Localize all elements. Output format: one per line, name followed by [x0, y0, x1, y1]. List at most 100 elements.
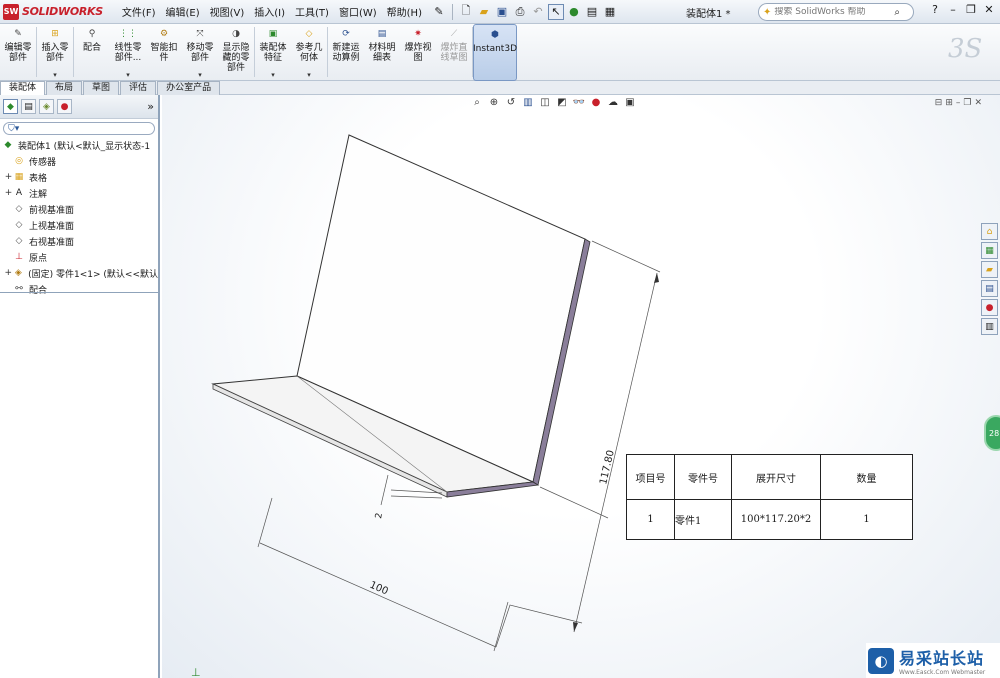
dim-width-label[interactable]: 100: [368, 580, 390, 598]
dropdown-arrow-icon[interactable]: ▾: [307, 70, 311, 80]
menu-window[interactable]: 窗口(W): [334, 4, 382, 19]
bom-icon: ▤: [377, 29, 387, 39]
tool-button-smart-fastener[interactable]: ⚙ 智能扣 件: [146, 24, 182, 81]
tab-office-products[interactable]: 办公室产品: [157, 81, 221, 95]
custom-properties-icon[interactable]: ▥: [981, 318, 998, 335]
file-explorer-icon[interactable]: ▰: [981, 261, 998, 278]
menu-help[interactable]: 帮助(H): [382, 4, 427, 19]
feature-manager-tabs: ◆ ▤ ◈ ● »: [0, 95, 158, 119]
tree-node[interactable]: ◇ 右视基准面: [0, 233, 158, 249]
tool-button-mate[interactable]: ⚲ 配合: [74, 24, 110, 81]
tree-node[interactable]: ⚯ 配合: [0, 281, 158, 297]
move-component-icon: ⤧: [196, 29, 204, 39]
tool-button-assembly-feature[interactable]: ▣ 装配体 特征 ▾: [255, 24, 291, 81]
dropdown-arrow-icon[interactable]: ▾: [126, 70, 130, 80]
dim-leader: [495, 604, 583, 648]
tree-node[interactable]: + ◈ (固定) 零件1<1> (默认<<默认: [0, 265, 158, 281]
close-icon[interactable]: ✕: [982, 3, 996, 16]
tool-button-reference-geometry[interactable]: ◇ 参考几 何体 ▾: [291, 24, 327, 81]
menu-insert[interactable]: 插入(I): [249, 4, 290, 19]
tool-button-explode-line[interactable]: ⟋ 爆炸直 线草图: [436, 24, 472, 81]
undo-icon[interactable]: ↶: [530, 4, 546, 20]
search-icon[interactable]: ⌕: [894, 7, 900, 18]
dropdown-arrow-icon[interactable]: ▾: [271, 70, 275, 80]
rebuild-icon[interactable]: ●: [566, 4, 582, 20]
tool-button-move-component[interactable]: ⤧ 移动零 部件 ▾: [182, 24, 218, 81]
tool-button-insert-component[interactable]: ⊞ 插入零 部件 ▾: [37, 24, 73, 81]
new-document-icon[interactable]: 🗋: [458, 4, 474, 20]
help-search[interactable]: ✦ ⌕: [758, 3, 914, 21]
print-icon[interactable]: ⎙: [512, 4, 528, 20]
select-cursor-icon[interactable]: ↖: [547, 3, 564, 20]
tab-evaluate[interactable]: 评估: [120, 81, 157, 95]
dropdown-arrow-icon[interactable]: ▾: [198, 70, 202, 80]
appearances-icon[interactable]: ●: [981, 299, 998, 316]
dropdown-arrow-icon[interactable]: ▾: [53, 70, 57, 80]
tool-button-linear-pattern[interactable]: ⋮⋮ 线性零 部件... ▾: [110, 24, 146, 81]
search-input[interactable]: [774, 7, 895, 17]
expand-icon[interactable]: +: [4, 268, 13, 278]
options-icon[interactable]: ▦: [602, 4, 618, 20]
ds-logo-icon: 3S: [948, 34, 983, 64]
bom-row: 1 零件1 100*117.20*2 1: [626, 499, 913, 540]
feature-tree-tab-icon[interactable]: ◆: [3, 99, 18, 114]
feature-tree: ◆ 装配体1 (默认<默认_显示状态-1 ◎ 传感器 + ▦ 表格 + A 注解 ◇ 前视基准面 ◇ 上视…: [0, 137, 158, 297]
tab-assembly[interactable]: 装配体: [0, 81, 46, 95]
pin-icon[interactable]: ✎: [431, 4, 447, 20]
tool-button-edit-component[interactable]: ✎ 编辑零 部件: [0, 24, 36, 81]
dim-thickness-label[interactable]: 2: [374, 512, 385, 519]
plane-icon: ◇: [15, 220, 23, 230]
tool-label: 插入零 部件: [41, 43, 69, 63]
graphics-area[interactable]: ⌕ ⊕ ↺ ▥ ◫ ◩ 👓 ● ☁ ▣ ⊟ ⊞ – ❐ ✕ 117.80 100…: [162, 95, 1000, 678]
help-icon[interactable]: ?: [928, 3, 942, 16]
open-folder-icon[interactable]: ▰: [476, 4, 492, 20]
tool-label: 线性零 部件...: [114, 43, 142, 63]
tree-node-label: 装配体1 (默认<默认_显示状态-1: [18, 141, 151, 152]
tree-node[interactable]: ◆ 装配体1 (默认<默认_显示状态-1: [0, 137, 158, 153]
dim-height-label[interactable]: 117.80: [598, 449, 617, 486]
tree-node[interactable]: ◇ 前视基准面: [0, 201, 158, 217]
view-palette-icon[interactable]: ▤: [981, 280, 998, 297]
tool-button-instant3d[interactable]: ⬢ Instant3D: [473, 24, 517, 81]
app-logo[interactable]: SW SOLIDWORKS: [0, 0, 109, 24]
tree-node[interactable]: + ▦ 表格: [0, 169, 158, 185]
solidworks-resources-icon[interactable]: ⌂: [981, 223, 998, 240]
expand-icon[interactable]: +: [4, 188, 13, 198]
minimize-icon[interactable]: –: [946, 3, 960, 16]
tree-node[interactable]: ◇ 上视基准面: [0, 217, 158, 233]
command-manager: 3S ✎ 编辑零 部件 ⊞ 插入零 部件 ▾ ⚲ 配合 ⋮⋮ 线性零 部件... ▾ ⚙ 智能扣 件 ⤧…: [0, 24, 1000, 81]
chevron-right-icon[interactable]: »: [147, 100, 154, 113]
save-icon[interactable]: ▣: [494, 4, 510, 20]
tool-button-exploded-view[interactable]: ✷ 爆炸视 图: [400, 24, 436, 81]
bom-table[interactable]: 项目号 零件号 展开尺寸 数量 1 零件1 100*117.20*2 1: [626, 454, 913, 540]
menu-file[interactable]: 文件(F): [117, 4, 161, 19]
restore-icon[interactable]: ❐: [964, 3, 978, 16]
bom-cell: 零件1: [674, 499, 732, 540]
app-brand: SOLIDWORKS: [22, 5, 103, 18]
display-manager-tab-icon[interactable]: ●: [57, 99, 72, 114]
instant3d-icon: ⬢: [491, 30, 499, 40]
tree-node[interactable]: + A 注解: [0, 185, 158, 201]
menu-view[interactable]: 视图(V): [205, 4, 250, 19]
design-library-icon[interactable]: ▦: [981, 242, 998, 259]
tool-label: 配合: [82, 43, 101, 53]
expand-icon[interactable]: +: [4, 172, 13, 182]
tab-sketch[interactable]: 草图: [83, 81, 120, 95]
floating-badge[interactable]: 28: [984, 415, 1000, 451]
smart-fastener-icon: ⚙: [159, 29, 169, 39]
tree-node[interactable]: ⊥ 原点: [0, 249, 158, 265]
tree-node-label: 上视基准面: [29, 221, 75, 232]
configuration-manager-tab-icon[interactable]: ◈: [39, 99, 54, 114]
menu-edit[interactable]: 编辑(E): [160, 4, 204, 19]
tree-node[interactable]: ◎ 传感器: [0, 153, 158, 169]
tool-button-show-hidden[interactable]: ◑ 显示隐 藏的零 部件: [218, 24, 254, 81]
tab-layout[interactable]: 布局: [46, 81, 83, 95]
menu-tools[interactable]: 工具(T): [290, 4, 334, 19]
file-properties-icon[interactable]: ▤: [584, 4, 600, 20]
bom-header-cell: 展开尺寸: [731, 454, 821, 500]
tree-filter[interactable]: ⛉▾: [3, 122, 155, 135]
property-manager-tab-icon[interactable]: ▤: [21, 99, 36, 114]
tool-button-bom[interactable]: ▤ 材料明 细表: [364, 24, 400, 81]
annotation-icon: A: [15, 188, 23, 198]
tool-button-motion-study[interactable]: ⟳ 新建运 动算例: [328, 24, 364, 81]
